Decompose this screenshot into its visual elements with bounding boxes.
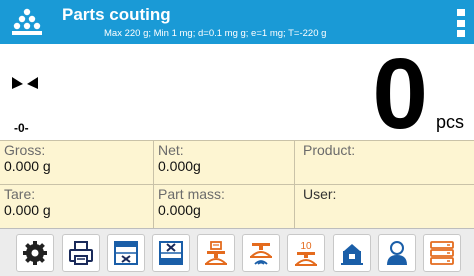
- stability-marker-icon: [12, 77, 38, 89]
- reference-sample-button[interactable]: 10: [287, 234, 325, 272]
- tare-label: Tare:: [4, 186, 36, 202]
- scale-header-button[interactable]: [197, 234, 235, 272]
- info-panel: Gross: 0.000 g Net: 0.000g Product: Tare…: [0, 140, 474, 229]
- reference-sample-icon: 10: [295, 241, 317, 266]
- tare-value: 0.000 g: [4, 202, 51, 218]
- user-button[interactable]: [378, 234, 416, 272]
- net-value: 0.000g: [158, 158, 201, 174]
- user-label: User:: [303, 186, 337, 202]
- function-toolbar: 10: [0, 228, 474, 276]
- print-icon: [69, 241, 93, 265]
- part-mass-cell: Part mass: 0.000g: [154, 185, 295, 229]
- weight-unit[interactable]: pcs: [436, 112, 464, 133]
- tare-weighing-icon: [341, 244, 363, 265]
- gross-label: Gross:: [4, 142, 46, 158]
- zero-button[interactable]: [152, 234, 190, 272]
- more-vertical-icon[interactable]: [457, 9, 465, 37]
- net-label: Net:: [158, 142, 184, 158]
- scale-footer-icon: [250, 243, 272, 265]
- zero-indicator: -0-: [14, 121, 29, 135]
- tare-cell: Tare: 0.000 g: [0, 185, 154, 229]
- gross-value: 0.000 g: [4, 158, 51, 174]
- parts-counting-icon[interactable]: [10, 7, 44, 37]
- user-icon: [387, 241, 407, 265]
- scale-header-icon: [205, 241, 227, 265]
- svg-text:10: 10: [300, 241, 312, 252]
- weight-reading: 0: [372, 38, 428, 150]
- product-label: Product:: [303, 142, 356, 158]
- scale-footer-button[interactable]: [242, 234, 280, 272]
- part-mass-value: 0.000g: [158, 202, 201, 218]
- tare-icon: [114, 241, 138, 265]
- tare-button[interactable]: [107, 234, 145, 272]
- weighing-display: -0- 0 pcs: [0, 44, 474, 144]
- product-cell[interactable]: Product:: [295, 141, 474, 185]
- scale-parameters: Max 220 g; Min 1 mg; d=0.1 mg g; e=1 mg;…: [104, 28, 327, 39]
- database-icon: [430, 241, 454, 265]
- zero-icon: [159, 241, 183, 265]
- database-button[interactable]: [423, 234, 461, 272]
- gross-cell: Gross: 0.000 g: [0, 141, 154, 185]
- app-title: Parts couting: [62, 5, 171, 24]
- settings-button[interactable]: [16, 234, 54, 272]
- print-button[interactable]: [62, 234, 100, 272]
- part-mass-label: Part mass:: [158, 186, 225, 202]
- user-cell[interactable]: User:: [295, 185, 474, 229]
- tare-weighing-button[interactable]: [333, 234, 371, 272]
- settings-gear-icon: [23, 241, 47, 265]
- net-cell: Net: 0.000g: [154, 141, 295, 185]
